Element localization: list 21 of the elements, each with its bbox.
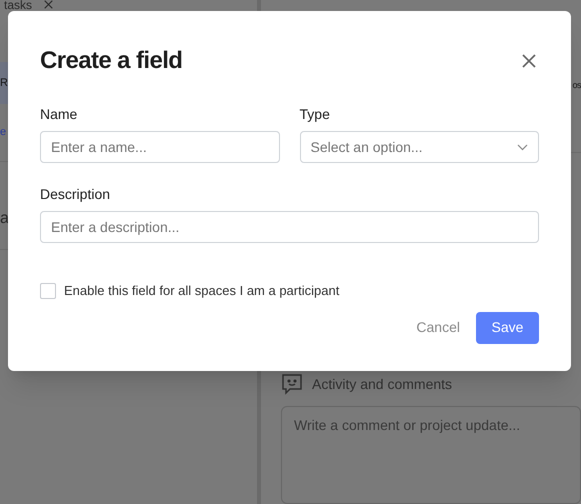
comment-field[interactable]: Write a comment or project update... [281, 406, 581, 504]
chevron-down-icon [517, 144, 528, 150]
select-field[interactable]: Select an option... [300, 131, 539, 163]
section-title: Activity and comments [312, 374, 452, 394]
link[interactable]: e [0, 124, 6, 141]
comment-icon [280, 372, 304, 396]
field-label: Description [40, 185, 112, 204]
dialog-title: Create a field [40, 46, 182, 76]
cancel-button[interactable]: Cancel [416, 312, 460, 344]
close-icon[interactable] [44, 0, 54, 9]
input-field[interactable]: Enter a name... [40, 131, 280, 163]
input-field[interactable]: Enter a description... [40, 211, 539, 243]
save-button[interactable]: Save [476, 312, 539, 344]
row-text: os [572, 78, 581, 92]
checkbox-label: Enable this field for all spaces I am a participant [64, 282, 340, 300]
checkbox[interactable] [40, 282, 56, 299]
field-label: Name [40, 105, 78, 124]
tab-label[interactable]: tasks [4, 0, 32, 11]
row-text: R [0, 76, 8, 91]
row-text: a [0, 209, 9, 229]
field-label: Type [300, 105, 331, 124]
